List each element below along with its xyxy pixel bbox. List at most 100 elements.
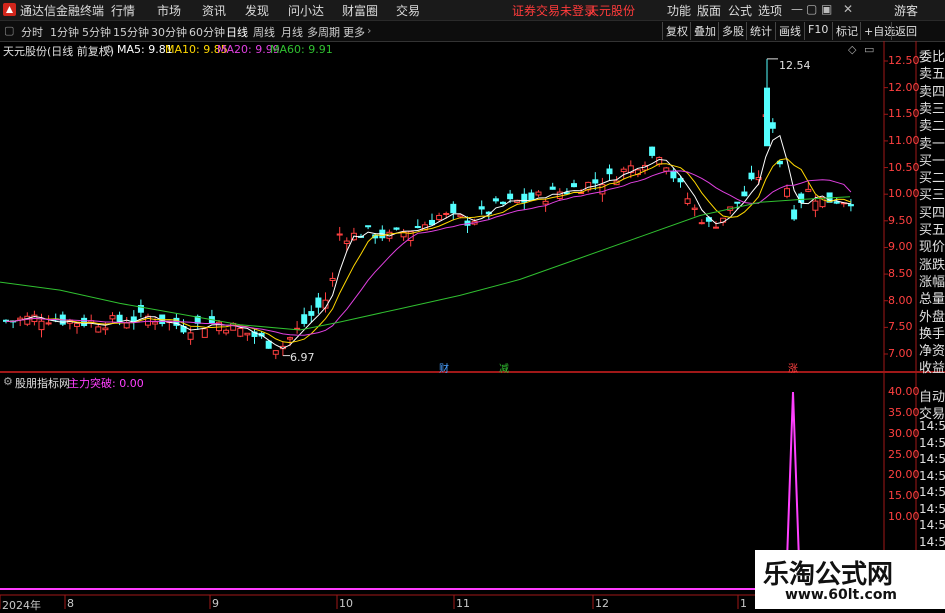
candle-body bbox=[38, 320, 45, 331]
watermark-title: 乐淘公式网 bbox=[763, 560, 894, 590]
candle-body bbox=[649, 146, 656, 156]
side-label: 卖三 bbox=[919, 101, 945, 117]
candle-body bbox=[230, 322, 237, 331]
date-tick: 12 bbox=[595, 597, 609, 610]
price-tick: 8.50 bbox=[888, 267, 913, 281]
candle-body bbox=[500, 201, 506, 205]
side-label: 卖四 bbox=[919, 84, 945, 100]
candle-body bbox=[237, 327, 244, 337]
side-label: 14:56 bbox=[919, 518, 945, 532]
side-label: 14:56 bbox=[919, 468, 945, 483]
candle-body bbox=[670, 171, 677, 179]
indicator-name: 股朋指标网 bbox=[15, 377, 70, 390]
ma20-line bbox=[5, 170, 852, 336]
side-label: 卖一 bbox=[919, 136, 945, 152]
candle-body bbox=[764, 87, 770, 147]
indicator-tick: 40.00 bbox=[888, 385, 920, 398]
candle-body bbox=[769, 122, 776, 129]
candle-body bbox=[691, 207, 698, 210]
kline-chart[interactable] bbox=[0, 0, 945, 609]
candle-body bbox=[492, 198, 499, 202]
candle-body bbox=[201, 328, 208, 338]
event-mark-cai[interactable]: 财 bbox=[439, 360, 449, 375]
side-label: 买五 bbox=[919, 223, 945, 238]
candle-body bbox=[301, 314, 308, 324]
date-tick: 10 bbox=[339, 597, 353, 610]
candle-body bbox=[123, 322, 130, 329]
price-tick: 12.50 bbox=[888, 54, 920, 67]
candle-body bbox=[393, 227, 400, 230]
candle-body bbox=[798, 193, 805, 203]
candle-body bbox=[812, 200, 819, 211]
candle-body bbox=[308, 311, 315, 316]
candle-body bbox=[698, 222, 705, 225]
indicator-settings-icon[interactable]: ⚙ bbox=[3, 375, 13, 388]
candle-body bbox=[805, 188, 812, 192]
side-label: 委比 bbox=[919, 50, 945, 65]
watermark: 乐淘公式网 www.60lt.com bbox=[755, 550, 945, 609]
side-label: 外盘 bbox=[919, 309, 945, 325]
price-tick: 11.00 bbox=[888, 133, 920, 147]
candle-body bbox=[507, 193, 514, 200]
candle-body bbox=[81, 317, 88, 327]
candle-body bbox=[116, 314, 123, 323]
side-label: 买一 bbox=[919, 153, 945, 169]
candle-body bbox=[748, 172, 755, 180]
candle-body bbox=[713, 226, 719, 229]
side-label: 14:56 bbox=[919, 452, 945, 466]
price-tick: 10.50 bbox=[888, 160, 920, 174]
indicator-tick: 30.00 bbox=[888, 426, 920, 440]
side-label: 卖二 bbox=[919, 119, 945, 135]
indicator-value: 主力突破: 0.00 bbox=[68, 377, 144, 390]
watermark-url: www.60lt.com bbox=[785, 587, 898, 603]
price-tick: 7.00 bbox=[888, 347, 913, 360]
high-price-label: 12.54 bbox=[779, 59, 811, 72]
side-label: 现价 bbox=[919, 240, 945, 256]
candle-body bbox=[74, 323, 80, 327]
candle-body bbox=[336, 233, 343, 236]
candle-body bbox=[152, 321, 159, 325]
candle-body bbox=[741, 191, 748, 197]
date-tick: 9 bbox=[212, 597, 219, 610]
date-tick: 11 bbox=[456, 597, 470, 610]
price-tick: 10.00 bbox=[888, 187, 920, 201]
side-label: 涨幅 bbox=[919, 274, 945, 290]
candle-body bbox=[109, 315, 116, 320]
date-tick: 1 bbox=[740, 597, 747, 610]
candle-body bbox=[429, 219, 435, 226]
candle-body bbox=[436, 214, 443, 221]
candle-body bbox=[244, 332, 251, 336]
date-tick: 8 bbox=[67, 597, 74, 610]
indicator-tick: 15.00 bbox=[888, 489, 920, 503]
candle-body bbox=[684, 198, 691, 204]
side-label: 卖五 bbox=[919, 67, 945, 83]
side-label: 14:56 bbox=[919, 534, 945, 549]
event-mark-jian[interactable]: 减 bbox=[499, 360, 509, 375]
candle-body bbox=[443, 212, 450, 215]
candle-body bbox=[535, 191, 542, 196]
side-label: 换手 bbox=[919, 326, 945, 342]
candle-body bbox=[734, 201, 741, 204]
ma10-line bbox=[5, 158, 852, 344]
side-label: 收益 bbox=[919, 361, 945, 377]
indicator-tick: 20.00 bbox=[888, 468, 920, 482]
candle-body bbox=[450, 203, 457, 214]
candle-body bbox=[663, 167, 670, 172]
candle-body bbox=[315, 297, 322, 308]
low-price-label: 6.97 bbox=[290, 351, 315, 364]
side-label: 买四 bbox=[919, 205, 945, 221]
side-label: 买三 bbox=[919, 188, 945, 204]
side-label: 总量 bbox=[919, 292, 945, 308]
candle-body bbox=[542, 200, 549, 205]
candle-body bbox=[272, 350, 279, 355]
candle-body bbox=[45, 322, 52, 325]
price-tick: 12.00 bbox=[888, 80, 920, 94]
candle-body bbox=[528, 192, 535, 201]
candle-body bbox=[620, 168, 627, 173]
candle-body bbox=[287, 337, 293, 340]
side-label: 14:56 bbox=[919, 501, 945, 516]
indicator-tick: 10.00 bbox=[888, 510, 920, 523]
event-mark-zhang[interactable]: 涨 bbox=[788, 360, 798, 375]
candle-body bbox=[571, 183, 577, 188]
indicator-tick: 25.00 bbox=[888, 447, 920, 461]
